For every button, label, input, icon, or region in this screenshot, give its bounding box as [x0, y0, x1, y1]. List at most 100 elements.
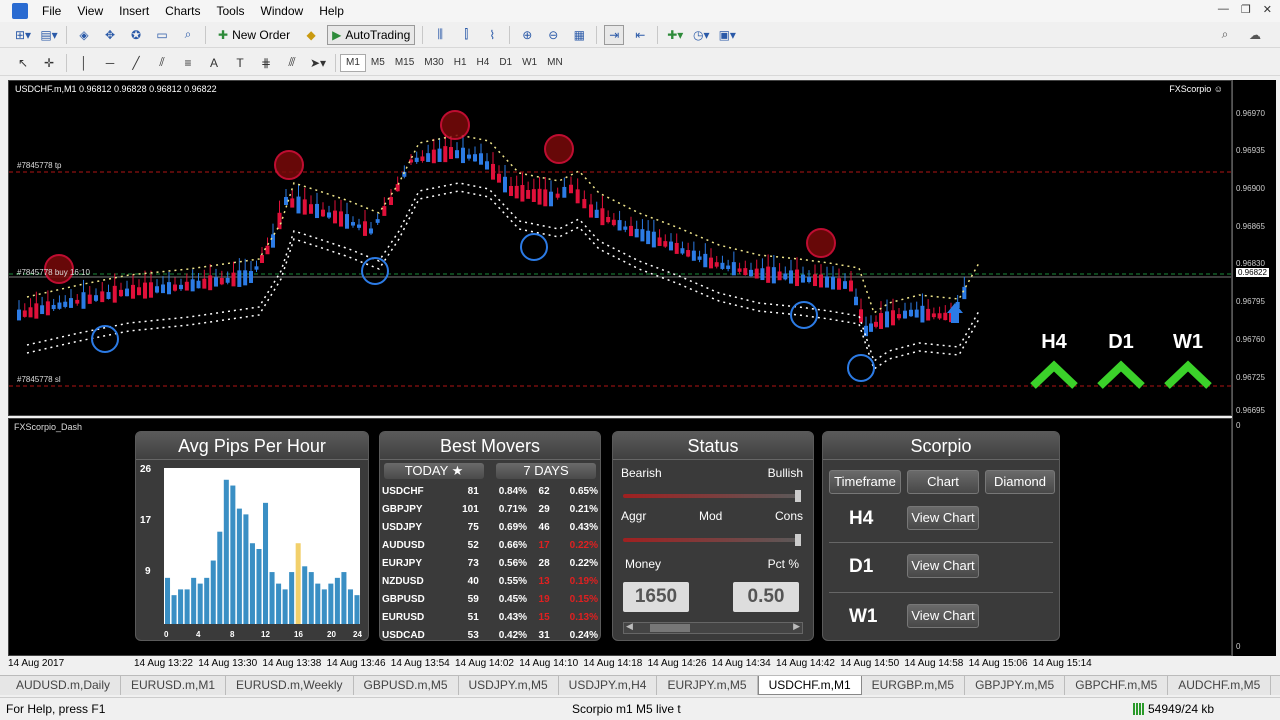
autotrading-button[interactable]: ▶ AutoTrading — [327, 24, 416, 45]
tab-today[interactable]: TODAY ★ — [384, 463, 484, 479]
line-chart-icon[interactable]: ⌇ — [482, 25, 502, 45]
tf-h1[interactable]: H1 — [449, 54, 472, 72]
order-sl-label: #7845778 sl — [17, 375, 61, 384]
tf-m5[interactable]: M5 — [366, 54, 390, 72]
crosshair-icon[interactable]: ✛ — [39, 53, 59, 73]
tester-icon[interactable]: ⌕ — [178, 25, 198, 45]
chart-tab[interactable]: AUDCHF.m,M5 — [1168, 676, 1272, 695]
chart-tab[interactable]: EURUSD.m,M1 — [121, 676, 227, 695]
profiles-icon[interactable]: ▤▾ — [39, 25, 59, 45]
chart-tab[interactable]: EURUSD.m,Weekly — [226, 676, 354, 695]
data-window-icon[interactable]: ✥ — [100, 25, 120, 45]
fibonacci-icon[interactable]: ≡ — [178, 53, 198, 73]
menu-tools[interactable]: Tools — [209, 0, 253, 22]
sell-signal-icon — [544, 134, 574, 164]
price-chart[interactable]: USDCHF.m,M1 0.96812 0.96828 0.96812 0.96… — [8, 80, 1232, 416]
minimize-icon[interactable]: — — [1218, 3, 1229, 16]
money-value[interactable]: 1650 — [623, 582, 689, 612]
tf-d1[interactable]: D1 — [494, 54, 517, 72]
grid-tool-icon[interactable]: ⋕ — [256, 53, 276, 73]
menu-insert[interactable]: Insert — [111, 0, 157, 22]
restore-icon[interactable]: ❐ — [1241, 3, 1251, 16]
market-watch-icon[interactable]: ◈ — [74, 25, 94, 45]
menu-charts[interactable]: Charts — [157, 0, 208, 22]
candlestick-icon[interactable]: ⫿ — [456, 25, 476, 45]
tf-w1[interactable]: W1 — [517, 54, 542, 72]
chart-tab[interactable]: GBPJPY.m,M5 — [965, 676, 1066, 695]
diamond-button[interactable]: Diamond — [985, 470, 1055, 494]
chart-tab[interactable]: USDJPY.m,M5 — [459, 676, 559, 695]
candle-body — [449, 147, 453, 159]
candle-body — [849, 280, 853, 292]
zoom-out-icon[interactable]: ⊖ — [543, 25, 563, 45]
navigator-icon[interactable]: ✪ — [126, 25, 146, 45]
text-label-icon[interactable]: T — [230, 53, 250, 73]
menu-window[interactable]: Window — [253, 0, 312, 22]
indicators-icon[interactable]: ✚▾ — [665, 25, 685, 45]
tf-m30[interactable]: M30 — [419, 54, 448, 72]
metaeditor-icon[interactable]: ◆ — [301, 25, 321, 45]
view-chart-w1-button[interactable]: View Chart — [907, 604, 979, 628]
chart-tab[interactable]: GBPCHF.m,M5 — [1065, 676, 1169, 695]
chart-button[interactable]: Chart — [907, 470, 979, 494]
risk-slider-knob[interactable] — [795, 534, 801, 546]
timeframe-button[interactable]: Timeframe — [829, 470, 901, 494]
trend-slider-knob[interactable] — [795, 490, 801, 502]
menu-view[interactable]: View — [69, 0, 111, 22]
chart-tab[interactable]: USDCHF.m,M1 — [757, 676, 862, 695]
vertical-line-icon[interactable]: │ — [74, 53, 94, 73]
price-axis[interactable]: 0.96970 0.96935 0.96900 0.96865 0.96830 … — [1232, 80, 1276, 656]
risk-slider[interactable] — [623, 534, 801, 546]
menu-file[interactable]: File — [34, 0, 69, 22]
chart-brand: FXScorpio ☺ — [1169, 84, 1223, 94]
chat-icon[interactable]: ☁ — [1245, 25, 1265, 45]
new-chart-icon[interactable]: ⊞▾ — [13, 25, 33, 45]
dotted-band — [26, 190, 980, 371]
tile-windows-icon[interactable]: ▦ — [569, 25, 589, 45]
text-icon[interactable]: A — [204, 53, 224, 73]
tf-m15[interactable]: M15 — [390, 54, 419, 72]
search-icon[interactable]: ⌕ — [1215, 25, 1235, 45]
bar-chart-icon[interactable]: ⫼ — [430, 25, 450, 45]
trendline-icon[interactable]: ╱ — [126, 53, 146, 73]
tf-mn[interactable]: MN — [542, 54, 568, 72]
scroll-thumb[interactable] — [650, 624, 690, 632]
chart-shift-icon[interactable]: ⇤ — [630, 25, 650, 45]
trend-slider[interactable] — [623, 490, 801, 502]
line-studies-toolbar: ↖ ✛ │ ─ ╱ ⫽ ≡ A T ⋕ ⫻ ➤▾ M1 M5 M15 M30 H… — [0, 50, 1280, 76]
chevron-up-icon — [1097, 360, 1145, 389]
pct-value[interactable]: 0.50 — [733, 582, 799, 612]
chart-tab[interactable]: AUDUSD.m,Daily — [6, 676, 122, 695]
close-icon[interactable]: ✕ — [1263, 3, 1272, 16]
tab-7-days[interactable]: 7 DAYS — [496, 463, 596, 479]
chart-tab[interactable]: USDJPY.m,H4 — [559, 676, 658, 695]
andrews-pitchfork-icon[interactable]: ⫻ — [282, 53, 302, 73]
terminal-icon[interactable]: ▭ — [152, 25, 172, 45]
horizontal-scrollbar[interactable]: ◀ ▶ — [623, 621, 803, 634]
candle-body — [161, 284, 165, 294]
candle-body — [202, 278, 207, 289]
view-chart-h4-button[interactable]: View Chart — [907, 506, 979, 530]
price-tick: 0.96760 — [1236, 335, 1265, 344]
new-order-button[interactable]: ✚ New Order — [213, 25, 295, 45]
candle-body — [555, 193, 560, 198]
view-chart-d1-button[interactable]: View Chart — [907, 554, 979, 578]
channel-icon[interactable]: ⫽ — [152, 53, 172, 73]
tf-m1[interactable]: M1 — [340, 53, 366, 72]
candle-body — [575, 189, 580, 204]
periods-icon[interactable]: ◷▾ — [691, 25, 711, 45]
menu-help[interactable]: Help — [311, 0, 352, 22]
mover-pair: USDCHF — [382, 485, 424, 497]
horizontal-line-icon[interactable]: ─ — [100, 53, 120, 73]
auto-scroll-icon[interactable]: ⇥ — [604, 24, 625, 45]
chart-tab[interactable]: EURJPY.m,M5 — [657, 676, 758, 695]
scroll-right-icon[interactable]: ▶ — [793, 621, 800, 632]
arrows-icon[interactable]: ➤▾ — [308, 53, 328, 73]
cursor-icon[interactable]: ↖ — [13, 53, 33, 73]
scroll-left-icon[interactable]: ◀ — [626, 621, 633, 632]
templates-icon[interactable]: ▣▾ — [717, 25, 737, 45]
chart-tab[interactable]: EURGBP.m,M5 — [862, 676, 966, 695]
chart-tab[interactable]: GBPUSD.m,M5 — [354, 676, 459, 695]
zoom-in-icon[interactable]: ⊕ — [517, 25, 537, 45]
tf-h4[interactable]: H4 — [472, 54, 495, 72]
